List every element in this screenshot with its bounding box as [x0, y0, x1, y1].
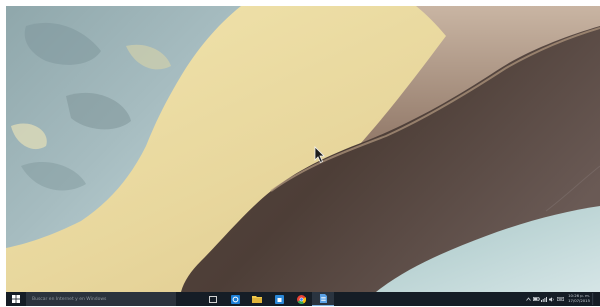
volume-button[interactable] [548, 292, 556, 306]
search-input[interactable]: Buscar en Internet y en Windows [26, 292, 176, 306]
chevron-up-icon [525, 297, 531, 301]
document-icon [319, 294, 327, 303]
clock-date: 17/07/2015 [568, 298, 590, 303]
taskbar-clock[interactable]: 10:26 p. m. 17/07/2015 [568, 294, 590, 303]
file-explorer-icon [252, 296, 262, 303]
desktop-screen: Buscar en Internet y en Windows 10:26 p.… [6, 6, 600, 306]
show-hidden-icons-button[interactable] [524, 292, 532, 306]
task-view-button[interactable] [202, 292, 224, 306]
taskbar-explorer-button[interactable] [246, 292, 268, 306]
network-icon [541, 296, 548, 302]
taskbar-document-button[interactable] [312, 292, 334, 306]
taskbar-chrome-button[interactable] [290, 292, 312, 306]
network-button[interactable] [540, 292, 548, 306]
search-placeholder: Buscar en Internet y en Windows [32, 296, 107, 302]
task-view-icon [209, 295, 217, 303]
chrome-icon [296, 294, 306, 304]
battery-button[interactable] [532, 292, 540, 306]
volume-icon [549, 296, 554, 302]
desktop-wallpaper [6, 6, 600, 292]
edge-browser-icon [230, 294, 240, 304]
start-button[interactable] [6, 292, 26, 306]
mouse-cursor-icon [314, 146, 325, 164]
show-desktop-button[interactable] [590, 292, 596, 306]
windows-logo-icon [12, 295, 20, 303]
show-desktop-divider-icon [592, 293, 594, 305]
taskbar: Buscar en Internet y en Windows 10:26 p.… [6, 292, 600, 306]
system-tray: 10:26 p. m. 17/07/2015 [524, 292, 600, 306]
taskbar-store-button[interactable] [268, 292, 290, 306]
keyboard-language-icon [556, 297, 564, 301]
input-language-button[interactable] [556, 292, 564, 306]
battery-icon [532, 297, 540, 301]
store-icon [274, 294, 284, 304]
taskbar-edge-button[interactable] [224, 292, 246, 306]
